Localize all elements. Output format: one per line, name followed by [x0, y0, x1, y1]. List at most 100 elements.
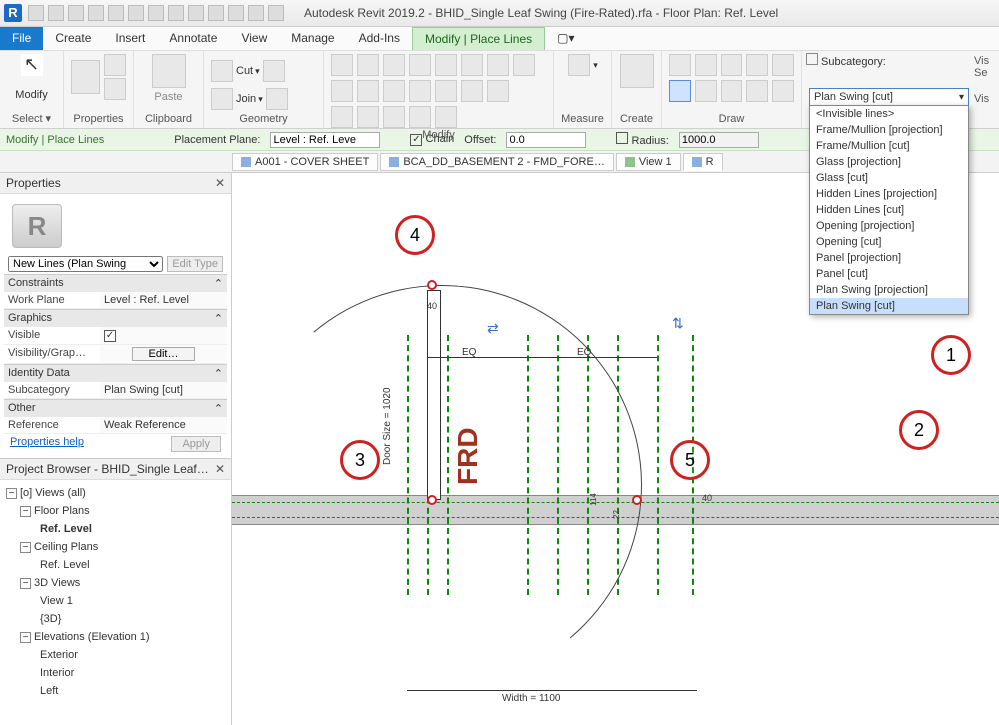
close-icon[interactable]: ✕ [215, 176, 225, 190]
subcategory-option[interactable]: <Invisible lines> [810, 106, 968, 122]
menu-insert[interactable]: Insert [103, 27, 157, 50]
cat-identity[interactable]: Identity Data⌃ [4, 364, 227, 382]
radius-checkbox[interactable] [616, 132, 628, 144]
close-icon[interactable]: ✕ [215, 462, 225, 476]
qat-icon[interactable] [68, 5, 84, 21]
qat-icon[interactable] [208, 5, 224, 21]
edit-type-button[interactable]: Edit Type [167, 256, 223, 272]
qat-icon[interactable] [128, 5, 144, 21]
menu-view[interactable]: View [229, 27, 279, 50]
subcategory-option[interactable]: Opening [projection] [810, 218, 968, 234]
subcategory-option[interactable]: Panel [cut] [810, 266, 968, 282]
line-icon[interactable] [669, 54, 691, 76]
qat-icon[interactable] [188, 5, 204, 21]
qat-icon[interactable] [268, 5, 284, 21]
view-tab[interactable]: View 1 [616, 153, 681, 171]
view-icon [625, 157, 635, 167]
frd-label: FRD [452, 427, 484, 485]
sheet-icon [389, 157, 399, 167]
subcategory-option[interactable]: Frame/Mullion [projection] [810, 122, 968, 138]
properties-icon[interactable] [71, 60, 100, 94]
vg-edit-button[interactable]: Edit… [132, 347, 196, 361]
cat-other[interactable]: Other⌃ [4, 399, 227, 417]
subcategory-option[interactable]: Opening [cut] [810, 234, 968, 250]
workplane-value[interactable]: Level : Ref. Level [100, 292, 227, 308]
width-dim: Width = 1100 [502, 693, 560, 704]
drag-arrows-icon[interactable]: ⇄ [487, 320, 499, 337]
project-browser-tree[interactable]: −[o] Views (all) −Floor Plans Ref. Level… [0, 480, 231, 704]
subcategory-combo[interactable]: Plan Swing [cut] [809, 88, 969, 106]
tree-ref-level[interactable]: Ref. Level [6, 520, 225, 538]
menu-context[interactable]: Modify | Place Lines [412, 27, 545, 50]
qat-icon[interactable] [228, 5, 244, 21]
measure-icon[interactable] [568, 54, 590, 76]
cat-graphics[interactable]: Graphics⌃ [4, 309, 227, 327]
menu-create[interactable]: Create [43, 27, 103, 50]
subcategory-option[interactable]: Glass [projection] [810, 154, 968, 170]
qat-icon[interactable] [148, 5, 164, 21]
icon[interactable] [104, 78, 126, 100]
qat-icon[interactable] [28, 5, 44, 21]
subcategory-option[interactable]: Hidden Lines [projection] [810, 186, 968, 202]
circle-icon[interactable] [746, 54, 768, 76]
callout-4: 4 [395, 215, 435, 255]
apply-button[interactable]: Apply [171, 436, 221, 452]
group-select[interactable]: Select ▾ [6, 112, 57, 126]
subcategory-label: Subcategory: [821, 56, 886, 68]
visible-checkbox[interactable]: ✓ [104, 330, 116, 342]
properties-help-link[interactable]: Properties help [4, 434, 90, 450]
group-measure: Measure [560, 113, 605, 126]
menu-file[interactable]: File [0, 27, 43, 50]
view-icon [692, 157, 702, 167]
join-geom-icon[interactable] [211, 88, 233, 110]
icon[interactable] [263, 60, 285, 82]
placement-plane-label: Placement Plane: [174, 134, 260, 146]
view-tab[interactable]: A001 - COVER SHEET [232, 153, 378, 171]
menu-addins[interactable]: Add-Ins [347, 27, 412, 50]
subcategory-option[interactable]: Hidden Lines [cut] [810, 202, 968, 218]
qat-icon[interactable] [108, 5, 124, 21]
subcategory-option[interactable]: Glass [cut] [810, 170, 968, 186]
type-selector[interactable]: New Lines (Plan Swing [8, 256, 163, 272]
icon[interactable] [266, 88, 288, 110]
menu-annotate[interactable]: Annotate [157, 27, 229, 50]
menu-overflow[interactable]: ▢▾ [545, 27, 586, 50]
modify-button[interactable]: Modify [6, 89, 57, 101]
subcategory-value[interactable]: Plan Swing [cut] [100, 382, 227, 398]
subcategory-option[interactable]: Frame/Mullion [cut] [810, 138, 968, 154]
group-draw: Draw [668, 113, 795, 126]
endpoint[interactable] [427, 280, 437, 290]
qat-icon[interactable] [168, 5, 184, 21]
sheet-icon [241, 157, 251, 167]
subcategory-option[interactable]: Panel [projection] [810, 250, 968, 266]
cut-geom-icon[interactable] [211, 60, 233, 82]
cat-constraints[interactable]: Constraints⌃ [4, 274, 227, 292]
view-tab-active[interactable]: R [683, 153, 723, 171]
subcategory-dropdown[interactable]: <Invisible lines>Frame/Mullion [projecti… [809, 105, 969, 315]
group-properties: Properties [70, 113, 127, 126]
radius-input[interactable] [679, 132, 759, 148]
qat-icon[interactable] [248, 5, 264, 21]
door-swing-arc [232, 268, 659, 701]
endpoint[interactable] [427, 495, 437, 505]
rect-icon[interactable] [695, 54, 717, 76]
callout-1: 1 [931, 335, 971, 375]
line-tool-active-icon[interactable] [669, 80, 691, 102]
menu-manage[interactable]: Manage [279, 27, 346, 50]
subcategory-option[interactable]: Plan Swing [cut] [810, 298, 968, 314]
reference-value[interactable]: Weak Reference [100, 417, 227, 433]
quick-access-toolbar [28, 5, 284, 21]
drag-arrows-icon[interactable]: ⇅ [672, 315, 684, 332]
view-tab[interactable]: BCA_DD_BASEMENT 2 - FMD_FORE… [380, 153, 614, 171]
qat-icon[interactable] [88, 5, 104, 21]
qat-icon[interactable] [48, 5, 64, 21]
group-geometry: Geometry [210, 113, 317, 126]
icon[interactable] [104, 54, 126, 76]
select-icon[interactable]: ↖ [21, 54, 43, 76]
endpoint[interactable] [632, 495, 642, 505]
subcategory-option[interactable]: Plan Swing [projection] [810, 282, 968, 298]
arc-icon[interactable] [721, 54, 743, 76]
paste-icon[interactable] [152, 54, 186, 88]
left-panel: Properties✕ R New Lines (Plan Swing Edit… [0, 173, 232, 725]
create-icon[interactable] [620, 54, 654, 88]
